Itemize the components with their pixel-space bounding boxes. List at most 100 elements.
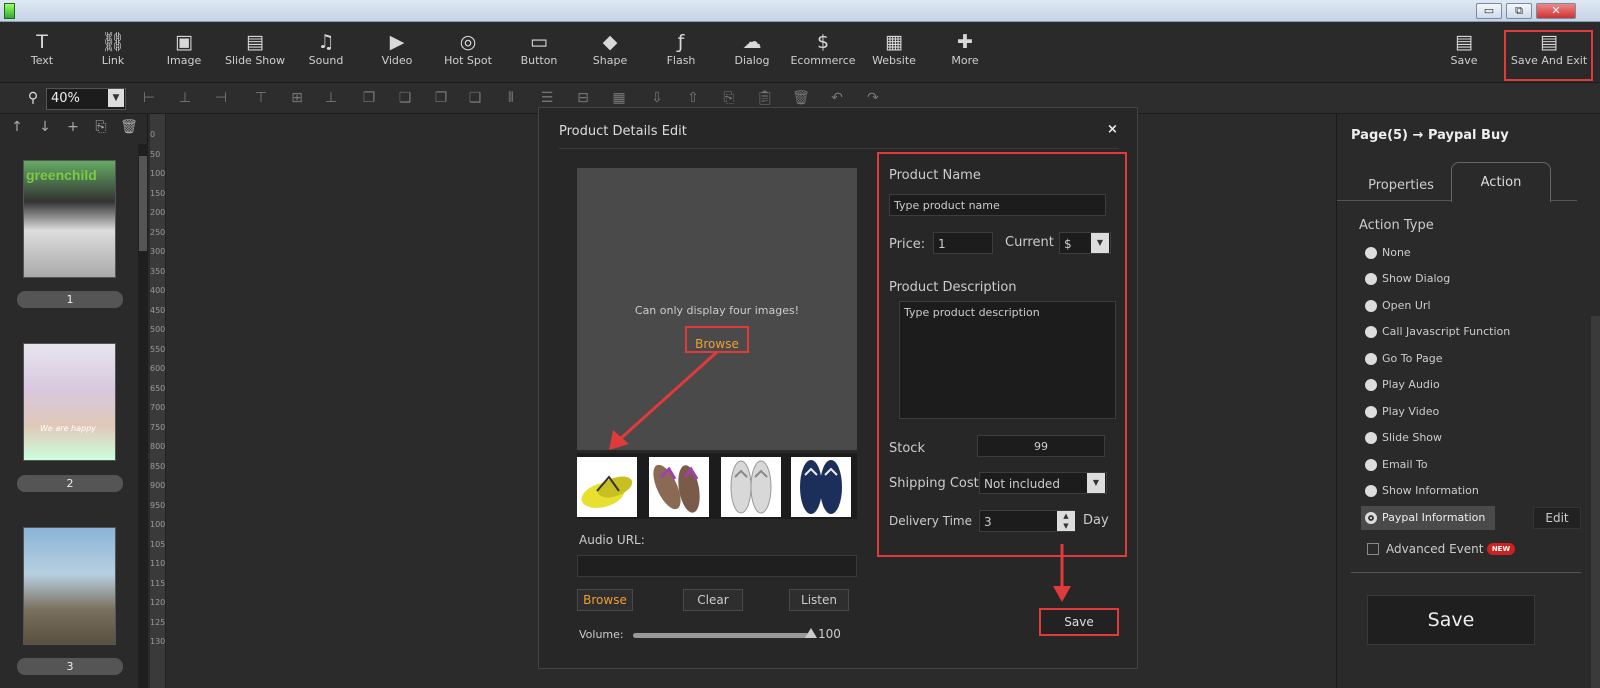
radio-call-javascript[interactable] bbox=[1365, 326, 1377, 338]
move-down-icon[interactable]: ↓ bbox=[36, 119, 54, 137]
radio-open-url[interactable] bbox=[1365, 300, 1377, 312]
bring-front-icon[interactable]: ❐ bbox=[360, 89, 378, 107]
product-image-thumbnail[interactable] bbox=[791, 457, 851, 517]
tool-shape[interactable]: ◆ Shape bbox=[575, 23, 645, 83]
tool-slideshow[interactable]: ▤ Slide Show bbox=[220, 23, 290, 83]
clear-button[interactable]: Clear bbox=[683, 589, 743, 611]
dialog-save-button[interactable]: Save bbox=[1039, 608, 1119, 636]
volume-slider-handle[interactable] bbox=[805, 628, 817, 638]
tool-link[interactable]: ⛓ Link bbox=[78, 23, 148, 83]
grid-icon[interactable]: ▦ bbox=[610, 89, 628, 107]
chevron-down-icon[interactable]: ▼ bbox=[1087, 473, 1105, 493]
stepper-icon[interactable]: ▲ ▼ bbox=[1057, 511, 1075, 531]
tool-website[interactable]: ▦ Website bbox=[859, 23, 929, 83]
page-thumbnail-2[interactable]: We are happy bbox=[23, 343, 116, 461]
radio-email-to[interactable] bbox=[1365, 459, 1377, 471]
page-thumbnail-1[interactable]: greenchild bbox=[23, 160, 116, 278]
align-center-icon[interactable]: ⊥ bbox=[176, 89, 194, 107]
page-number-badge[interactable]: 1 bbox=[17, 291, 123, 308]
tool-more[interactable]: ✚ More bbox=[930, 23, 1000, 83]
ruler-tick-label: 450 bbox=[150, 305, 166, 315]
add-page-icon[interactable]: + bbox=[64, 119, 82, 137]
send-backward-icon[interactable]: ❐ bbox=[432, 89, 450, 107]
delete-page-icon[interactable]: 🗑︎ bbox=[120, 119, 138, 137]
thumbnail-caption: We are happy bbox=[40, 424, 96, 433]
price-label: Price: bbox=[889, 237, 926, 252]
edit-button[interactable]: Edit bbox=[1533, 507, 1581, 529]
radio-show-dialog[interactable] bbox=[1365, 273, 1377, 285]
tool-video[interactable]: ▶ Video bbox=[362, 23, 432, 83]
window-titlebar: ▭ ⧉ ✕ bbox=[0, 0, 1600, 22]
tool-dialog[interactable]: ☁ Dialog bbox=[717, 23, 787, 83]
move-up-icon[interactable]: ↑ bbox=[8, 119, 26, 137]
tool-text[interactable]: T Text bbox=[7, 23, 77, 83]
radio-none[interactable] bbox=[1365, 247, 1377, 259]
listen-button[interactable]: Listen bbox=[789, 589, 849, 611]
import-icon[interactable]: ⇩ bbox=[648, 89, 666, 107]
align-top-icon[interactable]: ⊤ bbox=[252, 89, 270, 107]
volume-slider[interactable] bbox=[633, 633, 809, 638]
radio-slide-show[interactable] bbox=[1365, 432, 1377, 444]
radio-go-to-page[interactable] bbox=[1365, 353, 1377, 365]
chevron-down-icon[interactable]: ▼ bbox=[108, 89, 124, 107]
align-left-icon[interactable]: ⊢ bbox=[140, 89, 158, 107]
same-size-icon[interactable]: ⊟ bbox=[574, 89, 592, 107]
radio-paypal-information[interactable] bbox=[1365, 512, 1377, 524]
distribute-v-icon[interactable]: ☰ bbox=[538, 89, 556, 107]
action-option-label: Open Url bbox=[1382, 299, 1431, 312]
action-option-label: Email To bbox=[1382, 458, 1428, 471]
stock-input[interactable]: 99 bbox=[977, 435, 1105, 457]
product-description-input[interactable]: Type product description bbox=[899, 301, 1116, 419]
delete-icon[interactable]: 🗑︎ bbox=[792, 89, 810, 107]
page-number-badge[interactable]: 2 bbox=[17, 475, 123, 492]
tab-properties[interactable]: Properties bbox=[1353, 170, 1449, 202]
restore-button[interactable]: ⧉ bbox=[1506, 3, 1532, 19]
undo-icon[interactable]: ↶ bbox=[828, 89, 846, 107]
paste-icon[interactable]: 📋︎ bbox=[756, 89, 774, 107]
align-middle-icon[interactable]: ⊞ bbox=[288, 89, 306, 107]
product-name-input[interactable]: Type product name bbox=[889, 194, 1106, 216]
export-icon[interactable]: ⇧ bbox=[684, 89, 702, 107]
send-back-icon[interactable]: ❏ bbox=[466, 89, 484, 107]
radio-show-information[interactable] bbox=[1365, 485, 1377, 497]
tool-flash[interactable]: ƒ Flash bbox=[646, 23, 716, 83]
thumbnail-scroll-thumb[interactable] bbox=[139, 156, 147, 251]
product-image-thumbnail[interactable] bbox=[577, 457, 637, 517]
bring-forward-icon[interactable]: ❏ bbox=[396, 89, 414, 107]
page-number-badge[interactable]: 3 bbox=[17, 658, 123, 675]
tool-ecommerce[interactable]: $ Ecommerce bbox=[788, 23, 858, 83]
close-window-button[interactable]: ✕ bbox=[1536, 3, 1576, 19]
advanced-event-checkbox[interactable] bbox=[1367, 543, 1379, 555]
panel-save-button[interactable]: Save bbox=[1367, 595, 1535, 645]
radio-play-audio[interactable] bbox=[1365, 379, 1377, 391]
browse-audio-button[interactable]: Browse bbox=[577, 589, 633, 611]
close-icon[interactable]: × bbox=[1107, 122, 1118, 137]
tab-action[interactable]: Action bbox=[1451, 162, 1551, 202]
align-bottom-icon[interactable]: ⊥ bbox=[322, 89, 340, 107]
price-input[interactable]: 1 bbox=[933, 232, 993, 254]
minimize-button[interactable]: ▭ bbox=[1476, 3, 1502, 19]
chevron-down-icon[interactable]: ▼ bbox=[1091, 233, 1109, 253]
distribute-h-icon[interactable]: ⫴ bbox=[502, 89, 520, 107]
tool-label: Shape bbox=[592, 54, 628, 67]
redo-icon[interactable]: ↷ bbox=[864, 89, 882, 107]
panel-scrollbar[interactable] bbox=[1591, 316, 1600, 688]
save-tool-button[interactable]: ▤ Save bbox=[1434, 23, 1494, 83]
action-option-label: Play Audio bbox=[1382, 378, 1440, 391]
tool-image[interactable]: ▣ Image bbox=[149, 23, 219, 83]
product-image-thumbnail[interactable] bbox=[721, 457, 781, 517]
ruler-tick-label: 900 bbox=[150, 481, 166, 490]
radio-play-video[interactable] bbox=[1365, 406, 1377, 418]
align-right-icon[interactable]: ⊣ bbox=[212, 89, 230, 107]
page-thumbnail-3[interactable] bbox=[23, 527, 116, 645]
tool-hotspot[interactable]: ◎ Hot Spot bbox=[433, 23, 503, 83]
tool-button[interactable]: ▭ Button bbox=[504, 23, 574, 83]
ruler-tick-label: 800 bbox=[150, 442, 166, 451]
action-option-label: Play Video bbox=[1382, 405, 1440, 418]
copy-icon[interactable]: ⎘ bbox=[720, 89, 738, 107]
audio-url-input[interactable] bbox=[577, 555, 857, 577]
duplicate-page-icon[interactable]: ⎘ bbox=[92, 119, 110, 137]
tool-sound[interactable]: ♫ Sound bbox=[291, 23, 361, 83]
product-image-strip bbox=[577, 453, 857, 519]
product-image-thumbnail[interactable] bbox=[649, 457, 709, 517]
